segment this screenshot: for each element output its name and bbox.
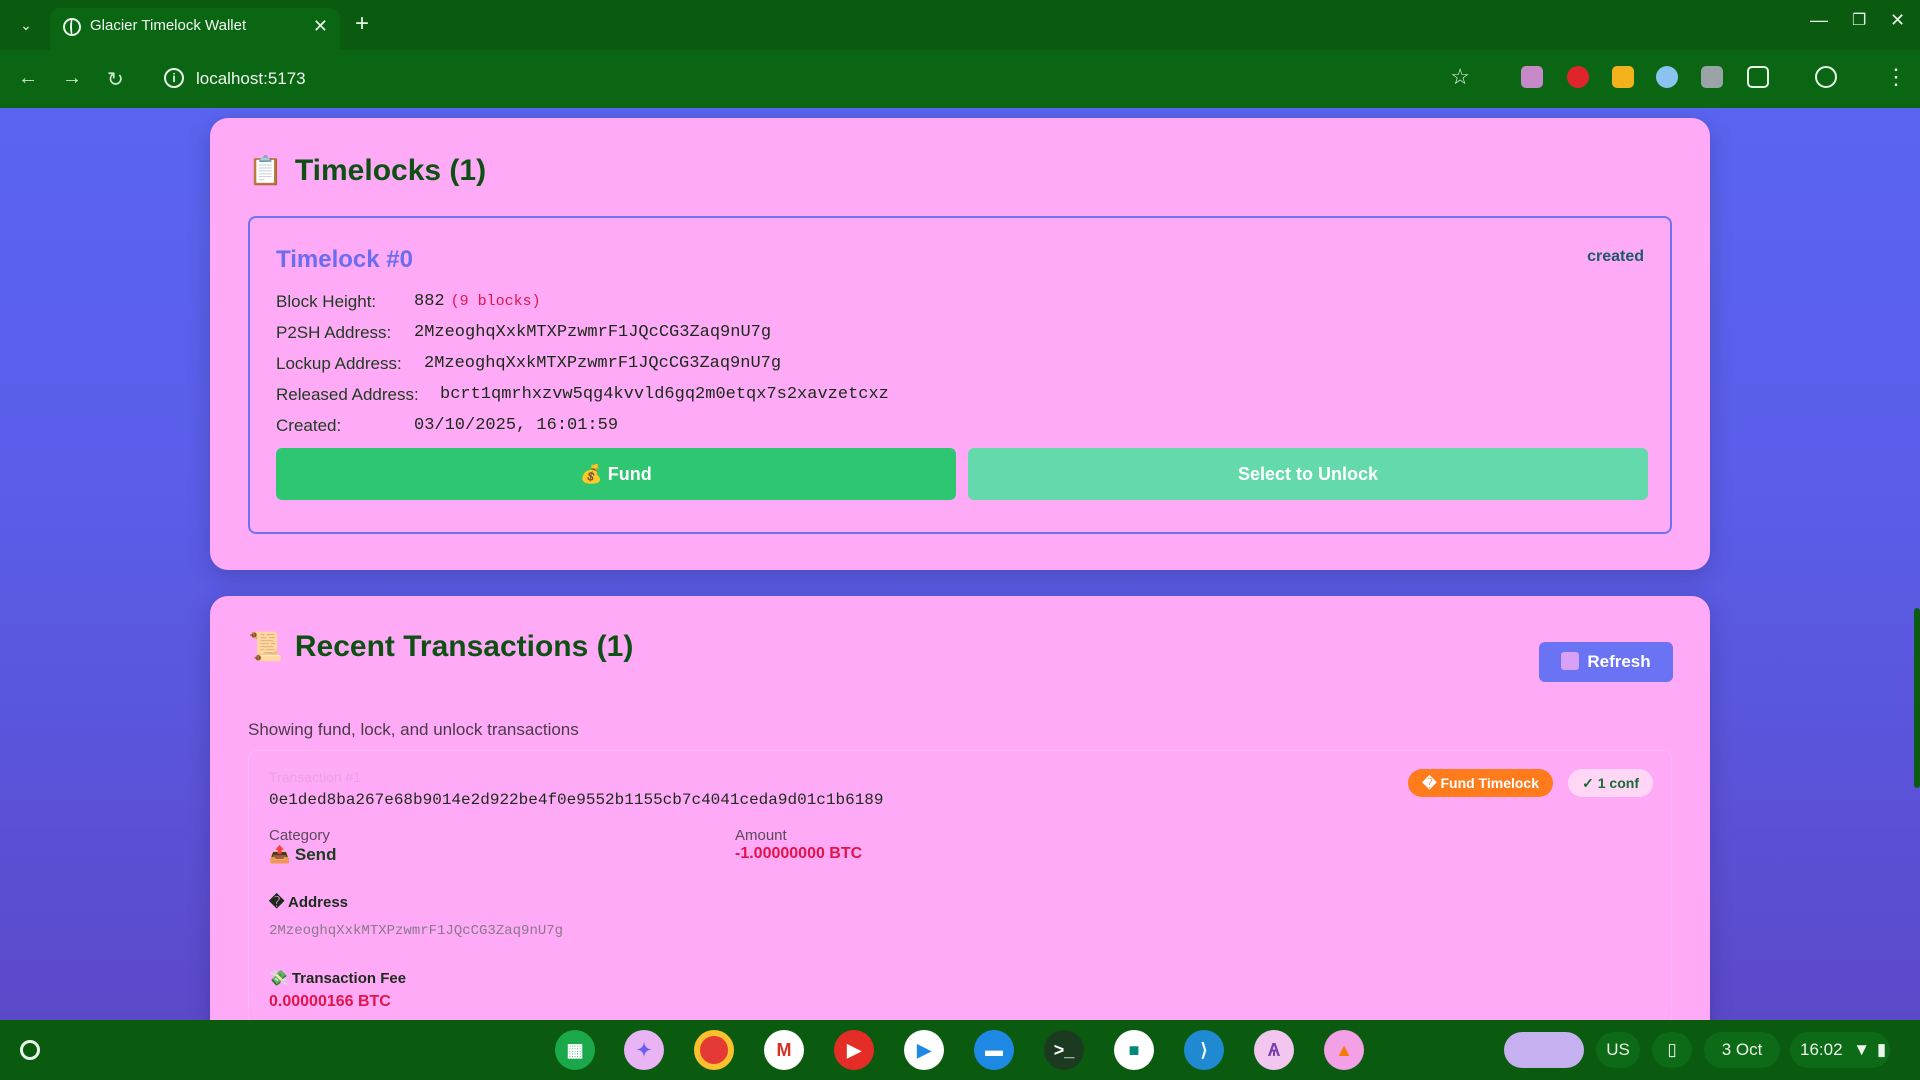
gmail-icon[interactable]: M: [764, 1030, 804, 1070]
tab-strip: ⌄ Glacier Timelock Wallet ✕ + — ❐ ✕: [0, 0, 1920, 50]
fee-heading: 💸 Transaction Fee: [269, 970, 407, 987]
transaction-label: Transaction #1: [269, 769, 362, 785]
address-value: 2MzeoghqXxkMTXPzwmrF1JQcCG3Zaq9nU7g: [269, 923, 564, 939]
released-label: Released Address:: [276, 385, 419, 404]
page-viewport: 📋 Timelocks (1) Timelock #0 created Block…: [0, 108, 1920, 1020]
fee-value: 0.00000166 BTC: [269, 993, 391, 1010]
clipboard-icon: 📋: [248, 155, 283, 186]
confirmations-badge: ✓ 1 conf: [1568, 769, 1653, 797]
timelocks-heading: 📋 Timelocks (1): [248, 154, 487, 187]
refresh-button[interactable]: Refresh: [1539, 642, 1673, 682]
launcher-icon[interactable]: [20, 1040, 40, 1060]
timelocks-card: 📋 Timelocks (1) Timelock #0 created Block…: [210, 118, 1710, 570]
youtube-icon[interactable]: ▶: [834, 1030, 874, 1070]
extensions-puzzle-icon[interactable]: [1747, 66, 1769, 88]
extension-youtube-icon[interactable]: [1567, 66, 1589, 88]
released-row: Released Address: bcrt1qmrhxzvw5qg4kvvld…: [276, 385, 889, 405]
app-grid-icon[interactable]: ▦: [555, 1030, 595, 1070]
scroll-icon: 📜: [248, 631, 283, 662]
status-area[interactable]: 16:02 ▼ ▮: [1790, 1032, 1890, 1068]
released-value: bcrt1qmrhxzvw5qg4kvvld6gq2m0etqx7s2xavze…: [440, 385, 889, 404]
amount-label: Amount: [735, 827, 787, 844]
globe-icon: [63, 18, 81, 36]
category-label: Category: [269, 827, 330, 844]
timelock-status: created: [1587, 248, 1644, 265]
meet-icon[interactable]: ■: [1114, 1030, 1154, 1070]
p2sh-row: P2SH Address: 2MzeoghqXxkMTXPzwmrF1JQcCG…: [276, 323, 771, 343]
extension-kite-icon[interactable]: [1612, 66, 1634, 88]
extension-eye-icon[interactable]: [1521, 66, 1543, 88]
close-window-icon[interactable]: ✕: [1890, 10, 1905, 31]
site-info-icon[interactable]: i: [164, 68, 184, 88]
p2sh-value: 2MzeoghqXxkMTXPzwmrF1JQcCG3Zaq9nU7g: [414, 323, 772, 342]
gemini-icon[interactable]: ✦: [624, 1030, 664, 1070]
history-icon[interactable]: [1815, 66, 1837, 88]
transaction-hash[interactable]: 0e1ded8ba267e68b9014e2d922be4f0e9552b115…: [269, 791, 884, 809]
lockup-value: 2MzeoghqXxkMTXPzwmrF1JQcCG3Zaq9nU7g: [424, 354, 782, 373]
blocks-remaining: (9 blocks): [450, 293, 541, 310]
vscode-icon[interactable]: ⟩: [1184, 1030, 1224, 1070]
tab-title: Glacier Timelock Wallet: [90, 17, 247, 34]
wifi-icon: ▼: [1853, 1040, 1871, 1059]
toolbar: ← → ↻ i localhost:5173 ☆ ⋮: [0, 50, 1920, 108]
fund-button[interactable]: 💰 Fund: [276, 448, 956, 500]
reload-icon[interactable]: ↻: [107, 67, 124, 92]
new-tab-icon[interactable]: +: [355, 10, 369, 38]
menu-kebab-icon[interactable]: ⋮: [1885, 64, 1907, 90]
timelock-name: Timelock #0: [276, 246, 413, 273]
back-icon[interactable]: ←: [18, 67, 38, 90]
block-height-value: 882 (9 blocks): [414, 292, 541, 311]
taskbar: ▦ ✦ M ▶ ▶ ▬ >_ ■ ⟩ Ѧ ▲ US ▯ 3 Oct 16:02 …: [0, 1020, 1920, 1080]
extension-glasses-icon[interactable]: [1656, 66, 1678, 88]
p2sh-label: P2SH Address:: [276, 323, 392, 342]
phone-hub-icon[interactable]: ▯: [1652, 1032, 1692, 1068]
terminal-icon[interactable]: >_: [1044, 1030, 1084, 1070]
browser-tab[interactable]: Glacier Timelock Wallet ✕: [50, 8, 340, 50]
address-heading: � Address: [269, 894, 349, 911]
date-display[interactable]: 3 Oct: [1704, 1032, 1780, 1068]
lockup-row: Lockup Address: 2MzeoghqXxkMTXPzwmrF1JQc…: [276, 354, 781, 374]
restore-icon[interactable]: ❐: [1852, 10, 1866, 30]
created-label: Created:: [276, 416, 342, 435]
close-tab-icon[interactable]: ✕: [313, 16, 328, 37]
keyboard-layout[interactable]: US: [1596, 1032, 1640, 1068]
select-to-unlock-button[interactable]: Select to Unlock: [968, 448, 1648, 500]
block-height-label: Block Height:: [276, 292, 377, 311]
files-icon[interactable]: ▬: [974, 1030, 1014, 1070]
transactions-heading: 📜 Recent Transactions (1): [248, 630, 634, 663]
transactions-subtitle: Showing fund, lock, and unlock transacti…: [248, 720, 579, 739]
address-bar[interactable]: i localhost:5173 ☆: [150, 58, 1470, 100]
chrome-icon[interactable]: [694, 1030, 734, 1070]
created-value: 03/10/2025, 16:01:59: [414, 416, 619, 435]
forward-icon[interactable]: →: [62, 67, 82, 90]
block-height-row: Block Height: 882 (9 blocks): [276, 292, 541, 312]
clock: 16:02: [1800, 1040, 1843, 1059]
play-store-icon[interactable]: ▶: [904, 1030, 944, 1070]
lockup-label: Lockup Address:: [276, 354, 402, 373]
extension-badge-icon[interactable]: [1701, 66, 1723, 88]
amount-value: -1.00000000 BTC: [735, 845, 863, 862]
tab-search-dropdown-icon[interactable]: ⌄: [14, 14, 38, 36]
page-scrollbar[interactable]: [1914, 608, 1920, 788]
tray-media-icon[interactable]: [1504, 1032, 1584, 1068]
vlc-icon[interactable]: ▲: [1324, 1030, 1364, 1070]
timelock-item: Timelock #0 created Block Height: 882 (9 …: [248, 216, 1672, 534]
created-row: Created: 03/10/2025, 16:01:59: [276, 416, 618, 436]
battery-icon: ▮: [1876, 1040, 1887, 1059]
fund-timelock-badge: � Fund Timelock: [1408, 769, 1553, 797]
bookmark-star-icon[interactable]: ☆: [1450, 64, 1470, 90]
minimize-icon[interactable]: —: [1810, 10, 1828, 31]
category-value: 📤 Send: [269, 845, 337, 864]
url-text: localhost:5173: [196, 69, 306, 88]
app-a-icon[interactable]: Ѧ: [1254, 1030, 1294, 1070]
transaction-item: Transaction #1 0e1ded8ba267e68b9014e2d92…: [248, 750, 1672, 1020]
refresh-icon: [1561, 652, 1580, 670]
transactions-card: 📜 Recent Transactions (1) Refresh Showing…: [210, 596, 1710, 1020]
